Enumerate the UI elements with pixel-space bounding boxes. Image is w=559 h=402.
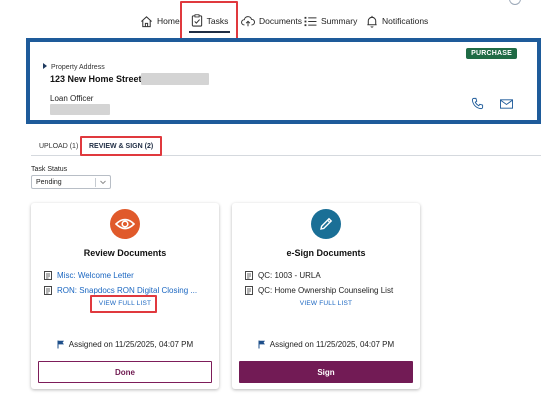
- home-icon: [141, 15, 152, 27]
- list-icon: [304, 16, 317, 26]
- assigned-date: Assigned on 11/25/2025, 04:07 PM: [232, 340, 420, 349]
- nav-label-notifications: Notifications: [382, 16, 429, 26]
- mail-icon[interactable]: [500, 99, 513, 109]
- doc-label[interactable]: QC: 1003 - URLA: [258, 271, 321, 280]
- task-status-select[interactable]: Pending: [31, 175, 111, 189]
- view-full-list-link[interactable]: VIEW FULL LIST: [232, 300, 420, 307]
- nav-item-documents[interactable]: Documents: [241, 8, 302, 34]
- chevron-down-icon: [100, 180, 106, 185]
- loan-type-badge: PURCHASE: [466, 48, 517, 59]
- select-divider: [95, 178, 96, 187]
- document-icon: [44, 286, 52, 295]
- nav-label-summary: Summary: [321, 16, 358, 26]
- document-icon: [245, 271, 253, 280]
- highlight-box-review-sign: [80, 136, 162, 156]
- loan-card-frame: PURCHASE Property Address 123 New Home S…: [26, 38, 541, 124]
- nav-label-home: Home: [157, 16, 180, 26]
- loan-officer-label: Loan Officer: [50, 94, 94, 103]
- highlight-box-view-full-list: [90, 295, 157, 313]
- assigned-date: Assigned on 11/25/2025, 04:07 PM: [31, 340, 219, 349]
- property-address-label: Property Address: [51, 64, 105, 71]
- nav-item-summary[interactable]: Summary: [304, 8, 357, 34]
- assigned-text: Assigned on 11/25/2025, 04:07 PM: [68, 340, 194, 349]
- task-title: e-Sign Documents: [286, 248, 366, 258]
- eye-icon: [115, 218, 135, 230]
- loan-card: PURCHASE Property Address 123 New Home S…: [30, 42, 537, 120]
- nav-item-home[interactable]: Home: [140, 8, 180, 34]
- nav-label-documents: Documents: [259, 16, 302, 26]
- cloud-upload-icon: [241, 16, 255, 27]
- task-icon-circle: [110, 209, 140, 239]
- task-card-esign-documents: e-Sign Documents QC: 1003 - URLA QC: Hom…: [232, 203, 420, 389]
- doc-link[interactable]: Misc: Welcome Letter: [57, 271, 134, 280]
- doc-link[interactable]: RON: Snapdocs RON Digital Closing ...: [57, 286, 197, 295]
- flag-icon: [57, 340, 64, 349]
- assigned-text: Assigned on 11/25/2025, 04:07 PM: [269, 340, 395, 349]
- phone-icon[interactable]: [471, 97, 484, 110]
- property-address: 123 New Home Street,: [50, 74, 145, 84]
- doc-item[interactable]: QC: 1003 - URLA: [245, 271, 321, 280]
- document-icon: [245, 286, 253, 295]
- doc-item[interactable]: QC: Home Ownership Counseling List: [245, 286, 393, 295]
- highlight-box-tasks: [180, 1, 238, 42]
- sign-button[interactable]: Sign: [239, 361, 413, 383]
- document-icon: [44, 271, 52, 280]
- tab-upload[interactable]: UPLOAD (1): [39, 143, 78, 150]
- doc-label[interactable]: QC: Home Ownership Counseling List: [258, 286, 393, 295]
- doc-item[interactable]: RON: Snapdocs RON Digital Closing ...: [44, 286, 197, 295]
- property-address-toggle[interactable]: Property Address: [43, 63, 105, 71]
- top-navigation: Home Tasks Documents Summary Notificatio…: [0, 0, 559, 42]
- task-icon-circle: [311, 209, 341, 239]
- flag-icon: [258, 340, 265, 349]
- nav-item-notifications[interactable]: Notifications: [366, 8, 428, 34]
- user-avatar-edge[interactable]: [509, 0, 521, 5]
- doc-item[interactable]: Misc: Welcome Letter: [44, 271, 134, 280]
- pen-icon: [320, 217, 333, 230]
- task-title: Review Documents: [83, 248, 167, 258]
- bell-icon: [367, 15, 377, 28]
- redacted-loan-officer: [50, 104, 110, 115]
- task-status-label: Task Status: [31, 166, 68, 173]
- done-button[interactable]: Done: [38, 361, 212, 383]
- redacted-address: [141, 73, 209, 85]
- caret-right-icon: [43, 63, 47, 69]
- task-status-value: Pending: [36, 179, 62, 186]
